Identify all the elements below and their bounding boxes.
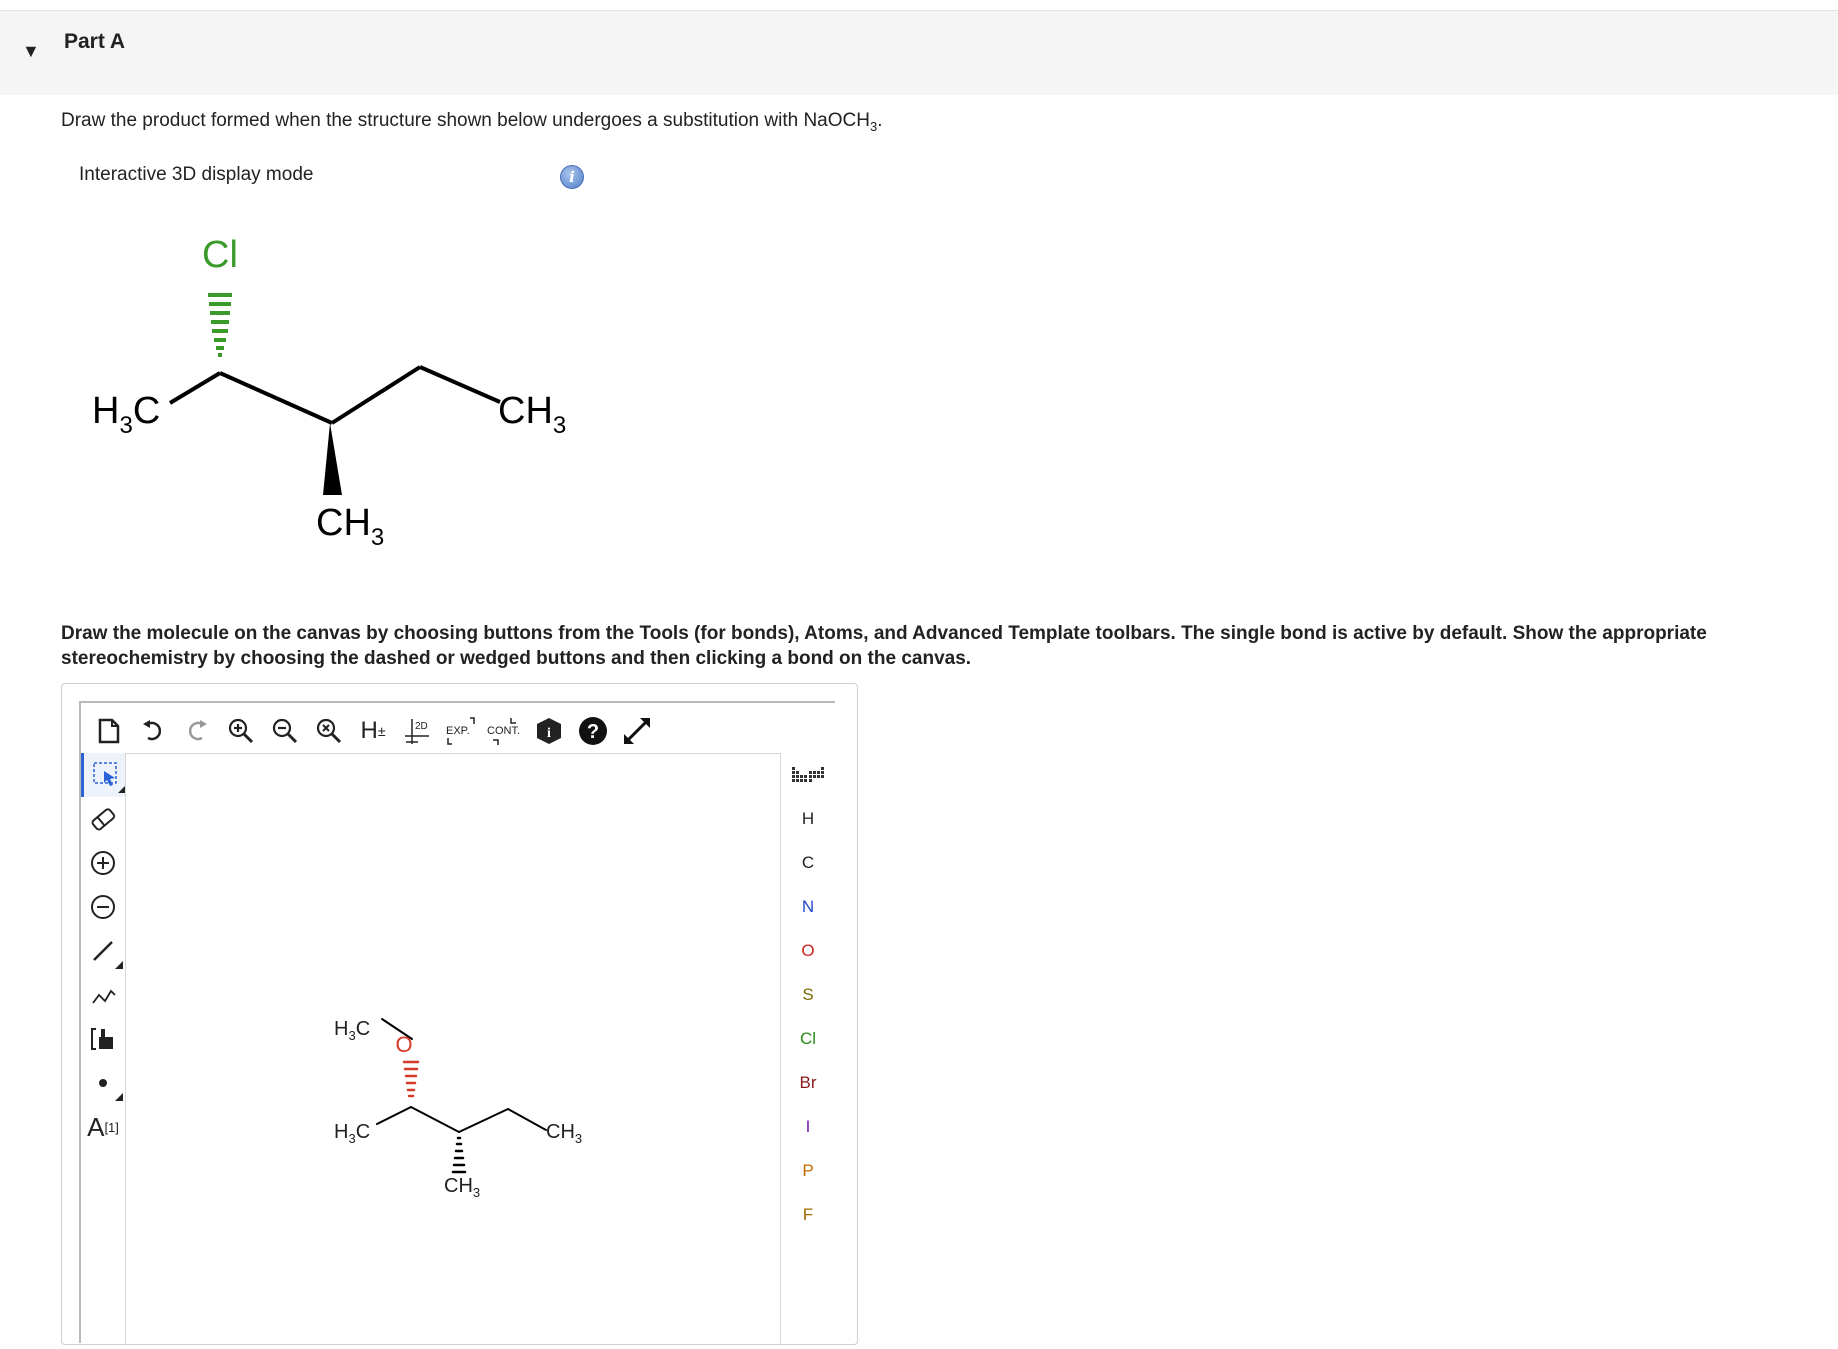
collapse-caret-icon[interactable]: ▼: [22, 41, 40, 62]
ch3-bottom-label: CH3: [444, 1175, 480, 1200]
svg-text:EXP.: EXP.: [446, 725, 470, 737]
atom-p-button[interactable]: P: [783, 1149, 833, 1193]
product-structure[interactable]: H3C O H3C CH3 CH3: [126, 754, 780, 1344]
radical-tool-icon[interactable]: [81, 1061, 125, 1105]
h3c-top-label: H3C: [334, 1018, 370, 1043]
atom-br-button[interactable]: Br: [783, 1061, 833, 1105]
expand-icon[interactable]: EXP.: [439, 711, 483, 751]
part-header[interactable]: ▼ Part A: [0, 11, 1838, 95]
erase-tool-icon[interactable]: [81, 797, 125, 841]
atom-f-button[interactable]: F: [783, 1193, 833, 1237]
hydrogen-toggle-icon[interactable]: H ±: [351, 711, 395, 751]
part-title: Part A: [64, 30, 126, 53]
svg-text:?: ?: [587, 721, 599, 743]
h3c-left-label: H3C: [92, 390, 160, 439]
oxygen-label: O: [395, 1032, 412, 1057]
help-icon[interactable]: ?: [571, 711, 615, 751]
contract-icon[interactable]: CONT.: [483, 711, 527, 751]
drawing-canvas[interactable]: H3C O H3C CH3 CH3: [125, 753, 781, 1344]
ch3-right-label: CH3: [498, 390, 566, 439]
svg-text:CONT.: CONT.: [487, 725, 520, 737]
negative-charge-icon[interactable]: [81, 885, 125, 929]
atom-cl-button[interactable]: Cl: [783, 1017, 833, 1061]
zoom-out-icon[interactable]: [263, 711, 307, 751]
editor-workspace: H ± 2D EXP. CONT. i ? A [1] H3C O H3C CH…: [79, 701, 835, 1344]
info-icon[interactable]: i: [560, 165, 584, 189]
svg-text:i: i: [547, 726, 551, 741]
question-text: Draw the product formed when the structu…: [61, 110, 883, 134]
atoms-toolbar: H C N O S Cl Br I P F: [783, 753, 833, 1237]
hashed-bond: [208, 293, 232, 357]
atom-h-button[interactable]: H: [783, 797, 833, 841]
instruction-text: Draw the molecule on the canvas by choos…: [61, 623, 1707, 669]
undo-icon[interactable]: [131, 711, 175, 751]
select-tool-icon[interactable]: [81, 753, 128, 797]
atom-s-button[interactable]: S: [783, 973, 833, 1017]
molecule-editor: H ± 2D EXP. CONT. i ? A [1] H3C O H3C CH…: [61, 683, 858, 1345]
ch3-right-label: CH3: [546, 1121, 582, 1146]
zoom-in-icon[interactable]: [219, 711, 263, 751]
new-document-icon[interactable]: [87, 711, 131, 751]
chain-tool-icon[interactable]: [81, 973, 125, 1017]
top-toolbar: H ± 2D EXP. CONT. i ?: [87, 709, 659, 753]
about-icon[interactable]: i: [527, 711, 571, 751]
clean-2d-icon[interactable]: 2D: [395, 711, 439, 751]
periodic-table-icon[interactable]: [783, 753, 833, 797]
fullscreen-icon[interactable]: [615, 711, 659, 751]
left-toolbar: A [1]: [81, 753, 128, 1149]
cl-label: Cl: [202, 235, 238, 276]
h3c-left-label: H3C: [334, 1121, 370, 1146]
template-tool-icon[interactable]: [81, 1017, 125, 1061]
display-mode-label: Interactive 3D display mode: [79, 164, 314, 185]
svg-text:2D: 2D: [415, 721, 428, 732]
single-bond-icon[interactable]: [81, 929, 125, 973]
skeleton-bonds: [168, 365, 501, 425]
ch3-bottom-label: CH3: [316, 502, 384, 551]
atom-c-button[interactable]: C: [783, 841, 833, 885]
atom-o-button[interactable]: O: [783, 929, 833, 973]
atom-i-button[interactable]: I: [783, 1105, 833, 1149]
atom-label-icon[interactable]: A [1]: [81, 1105, 125, 1149]
redo-icon[interactable]: [175, 711, 219, 751]
given-structure[interactable]: Cl H3C CH3 CH3: [80, 235, 600, 565]
atom-n-button[interactable]: N: [783, 885, 833, 929]
zoom-reset-icon[interactable]: [307, 711, 351, 751]
wedge-bond: [323, 423, 342, 495]
positive-charge-icon[interactable]: [81, 841, 125, 885]
